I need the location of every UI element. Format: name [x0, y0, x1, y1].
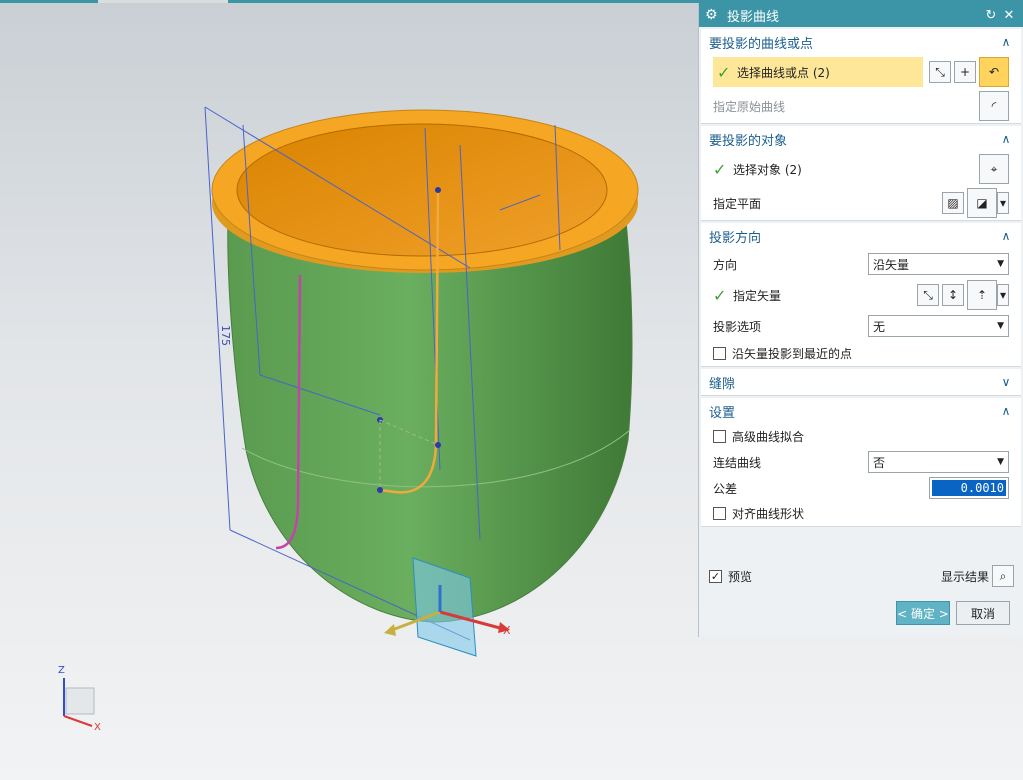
direction-select[interactable]: 沿矢量 ▼ — [868, 253, 1009, 275]
tolerance-value: 0.0010 — [932, 480, 1006, 496]
dialog-titlebar: ⚙ 投影曲线 ↻ ✕ — [699, 3, 1023, 27]
triad-small-z-label: Z — [58, 665, 65, 676]
section-settings-title: 设置 — [709, 405, 736, 421]
nearest-point-label: 沿矢量投影到最近的点 — [732, 347, 853, 361]
plane-dialog-icon[interactable]: ▨ — [942, 192, 964, 214]
chevron-down-icon: ▼ — [997, 321, 1004, 331]
section-direction: 投影方向 ∧ 方向 沿矢量 ▼ ✓ 指定矢量 ⤡ ↕ ⇡ ▾ 投影选项 无 ▼ — [701, 223, 1021, 367]
cup-inner[interactable] — [236, 123, 608, 257]
check-icon: ✓ — [713, 285, 727, 305]
chevron-down-icon[interactable]: ▾ — [997, 192, 1009, 214]
original-curve-icon[interactable]: ◜ — [979, 91, 1009, 121]
section-curves: 要投影的曲线或点 ∧ ✓ 选择曲线或点 (2) ⤡ + ↶ 指定原始曲线 ◜ — [701, 29, 1021, 124]
collapse-icon[interactable]: ∧ — [999, 404, 1013, 418]
specify-plane-label: 指定平面 — [713, 196, 762, 211]
curve-point[interactable] — [435, 187, 441, 193]
specify-vector-row[interactable]: ✓ 指定矢量 ⤡ ↕ ⇡ ▾ — [701, 279, 1021, 311]
ok-button[interactable]: < 确定 > — [896, 601, 950, 625]
select-curves-label: 选择曲线或点 (2) — [737, 65, 830, 80]
align-shape-label: 对齐曲线形状 — [732, 507, 805, 521]
join-curves-label: 连结曲线 — [713, 455, 762, 470]
magnifier-icon[interactable]: ⌕ — [992, 565, 1014, 587]
orientation-triad: Z X — [58, 665, 101, 733]
align-shape-checkbox-box[interactable] — [713, 507, 726, 520]
crosshair-icon[interactable]: ⌖ — [979, 154, 1009, 184]
original-curve-label: 指定原始曲线 — [713, 99, 786, 114]
section-objects-title: 要投影的对象 — [709, 133, 788, 149]
preview-checkbox[interactable]: ✓ 预览 — [709, 568, 752, 585]
close-icon[interactable]: ✕ — [1001, 8, 1017, 23]
tolerance-label: 公差 — [713, 481, 738, 496]
chevron-down-icon: ▼ — [997, 457, 1004, 467]
nearest-point-checkbox-box[interactable] — [713, 347, 726, 360]
advanced-fit-checkbox[interactable]: 高级曲线拟合 — [701, 424, 1021, 449]
section-objects-header[interactable]: 要投影的对象 ∧ — [701, 126, 1021, 152]
cancel-button[interactable]: 取消 — [956, 601, 1010, 625]
curve-rule-icon[interactable]: ⤡ — [929, 61, 951, 83]
select-curves-row[interactable]: ✓ 选择曲线或点 (2) — [713, 57, 923, 87]
section-settings: 设置 ∧ 高级曲线拟合 连结曲线 否 ▼ 公差 0.0010 对齐曲线形状 — [701, 398, 1021, 527]
model-canvas[interactable]: 175 X Z X — [0, 0, 700, 780]
preview-checkbox-box[interactable]: ✓ — [709, 570, 722, 583]
check-icon: ✓ — [717, 62, 731, 82]
vector-type-icon[interactable]: ⇡ — [967, 280, 997, 310]
section-gap-header[interactable]: 缝隙 ∨ — [701, 369, 1021, 395]
preview-label: 预览 — [728, 570, 753, 584]
expand-icon[interactable]: ∨ — [999, 375, 1013, 389]
section-gap-title: 缝隙 — [709, 376, 736, 392]
tolerance-input[interactable]: 0.0010 — [929, 477, 1009, 499]
select-curve-icon[interactable]: ↶ — [979, 57, 1009, 87]
dialog-title: 投影曲线 — [727, 9, 780, 25]
specify-vector-label: 指定矢量 — [733, 288, 782, 303]
vector-dialog-icon[interactable]: ↕ — [942, 284, 964, 306]
show-result-label: 显示结果 — [940, 569, 989, 584]
section-direction-title: 投影方向 — [709, 230, 762, 246]
gear-icon: ⚙ — [705, 7, 718, 23]
project-curve-dialog: ⚙ 投影曲线 ↻ ✕ 要投影的曲线或点 ∧ ✓ 选择曲线或点 (2) ⤡ + ↶… — [698, 3, 1023, 637]
plane-type-icon[interactable]: ◪ — [967, 188, 997, 218]
direction-label: 方向 — [713, 257, 738, 272]
collapse-icon[interactable]: ∧ — [999, 132, 1013, 146]
triad-vector-arrow — [384, 624, 396, 636]
triad-x-label: X — [503, 624, 511, 637]
projection-option-select[interactable]: 无 ▼ — [868, 315, 1009, 337]
section-curves-title: 要投影的曲线或点 — [709, 36, 814, 52]
dialog-footer: ✓ 预览 显示结果 ⌕ < 确定 > 取消 — [699, 563, 1023, 637]
chevron-down-icon[interactable]: ▾ — [997, 284, 1009, 306]
advanced-fit-label: 高级曲线拟合 — [732, 430, 805, 444]
section-curves-header[interactable]: 要投影的曲线或点 ∧ — [701, 29, 1021, 55]
check-icon: ✓ — [713, 159, 727, 179]
collapse-icon[interactable]: ∧ — [999, 229, 1013, 243]
section-objects: 要投影的对象 ∧ ✓ 选择对象 (2) ⌖ 指定平面 ▨ ◪ ▾ — [701, 126, 1021, 221]
reverse-direction-icon[interactable]: ⤡ — [917, 284, 939, 306]
select-objects-label: 选择对象 (2) — [733, 162, 802, 177]
reset-icon[interactable]: ↻ — [983, 8, 999, 23]
section-settings-header[interactable]: 设置 ∧ — [701, 398, 1021, 424]
dimension-label: 175 — [219, 325, 232, 346]
collapse-icon[interactable]: ∧ — [999, 35, 1013, 49]
section-direction-header[interactable]: 投影方向 ∧ — [701, 223, 1021, 249]
direction-value: 沿矢量 — [873, 257, 910, 272]
section-gap: 缝隙 ∨ — [701, 369, 1021, 396]
point-dialog-icon[interactable]: + — [954, 61, 976, 83]
join-curves-select[interactable]: 否 ▼ — [868, 451, 1009, 473]
select-objects-row[interactable]: ✓ 选择对象 (2) ⌖ — [701, 152, 1021, 186]
projection-option-value: 无 — [873, 319, 886, 334]
advanced-fit-checkbox-box[interactable] — [713, 430, 726, 443]
align-shape-checkbox[interactable]: 对齐曲线形状 — [701, 501, 1021, 526]
projection-option-label: 投影选项 — [713, 319, 762, 334]
chevron-down-icon: ▼ — [997, 259, 1004, 269]
nearest-point-checkbox[interactable]: 沿矢量投影到最近的点 — [701, 341, 1021, 366]
triad-small-x-label: X — [94, 722, 101, 733]
join-curves-value: 否 — [873, 455, 886, 470]
